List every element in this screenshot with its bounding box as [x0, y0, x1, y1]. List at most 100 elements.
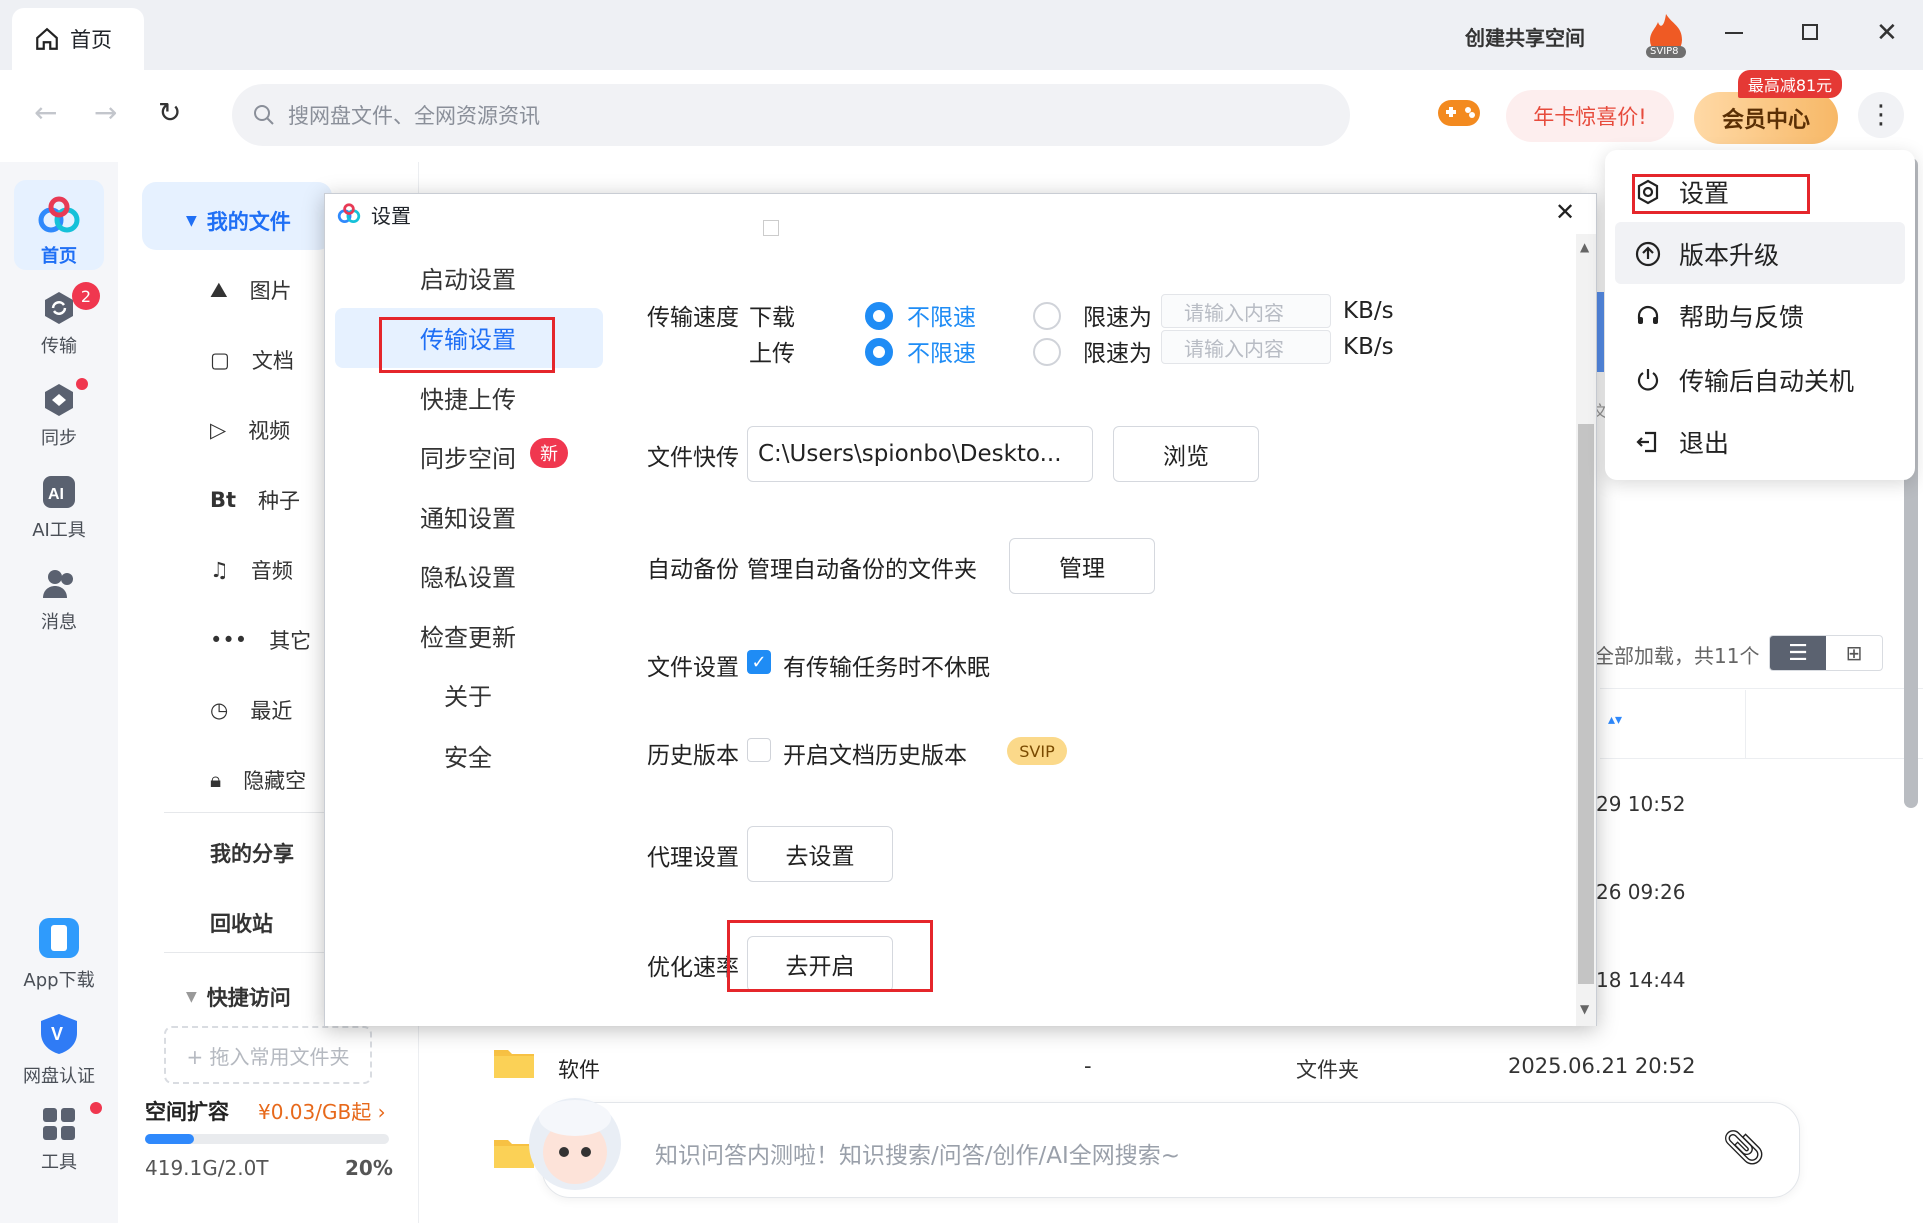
- sidebar-item-images[interactable]: ⛰ 图片: [210, 275, 292, 305]
- download-limit-input[interactable]: 请输入内容: [1161, 294, 1331, 328]
- nav-security[interactable]: 安全: [444, 738, 492, 773]
- proxy-settings-button[interactable]: 去设置: [747, 826, 893, 882]
- menu-item-help[interactable]: 帮助与反馈: [1635, 298, 1804, 334]
- download-unit: KB/s: [1343, 298, 1394, 324]
- menu-item-auto-shutdown[interactable]: 传输后自动关机: [1635, 362, 1854, 398]
- quick-access-header[interactable]: ▼ 快捷访问: [186, 982, 291, 1012]
- sort-arrows-icon[interactable]: ▴▾: [1608, 712, 1622, 728]
- nav-quick-upload[interactable]: 快捷上传: [420, 380, 516, 415]
- recycle-bin-item[interactable]: 回收站: [210, 908, 273, 938]
- grid-view-icon[interactable]: ⊞: [1826, 636, 1882, 670]
- rail-app-download[interactable]: App下载: [0, 916, 118, 992]
- menu-item-upgrade[interactable]: 版本升级: [1635, 236, 1779, 272]
- rail-transfer[interactable]: 传输: [0, 290, 118, 358]
- banner-edge: [1596, 292, 1604, 372]
- vip-discount-tag: 最高减81元: [1738, 70, 1842, 98]
- create-space-link[interactable]: 创建共享空间: [1465, 22, 1585, 51]
- upload-limit-input[interactable]: 请输入内容: [1161, 330, 1331, 364]
- avatar[interactable]: SVIP8: [1640, 10, 1692, 58]
- scroll-down-icon[interactable]: ▼: [1580, 1002, 1589, 1016]
- search-bar[interactable]: 搜网盘文件、全网资源资讯: [232, 84, 1350, 146]
- nav-privacy[interactable]: 隐私设置: [420, 558, 516, 593]
- view-toggle: ☰ ⊞: [1769, 635, 1883, 671]
- nav-startup[interactable]: 启动设置: [420, 260, 516, 295]
- sidebar-item-hidden[interactable]: 🔒︎ 隐藏空: [210, 765, 306, 795]
- sidebar-item-video[interactable]: ▷ 视频: [210, 415, 290, 445]
- menu-item-exit[interactable]: 退出: [1635, 424, 1729, 460]
- sidebar-item-label: 隐藏空: [243, 769, 307, 793]
- upload-unlimited-radio[interactable]: [865, 338, 893, 366]
- search-input[interactable]: 搜网盘文件、全网资源资讯: [288, 100, 540, 130]
- download-unlimited-label: 不限速: [907, 305, 976, 331]
- download-limit-radio[interactable]: [1033, 302, 1061, 330]
- forward-arrow-icon[interactable]: →: [94, 96, 117, 129]
- power-icon: [1637, 369, 1659, 391]
- upload-unlimited-label: 不限速: [907, 341, 976, 367]
- clock-icon: ◷: [210, 698, 229, 722]
- nav-check-update[interactable]: 检查更新: [420, 618, 516, 653]
- my-share-item[interactable]: 我的分享: [210, 838, 294, 868]
- sidebar-item-torrent[interactable]: Bt 种子: [210, 485, 300, 515]
- refresh-icon[interactable]: ↻: [158, 96, 181, 129]
- rail-ai-label: AI工具: [32, 520, 86, 541]
- browse-button[interactable]: 浏览: [1113, 426, 1259, 482]
- scroll-up-icon[interactable]: ▲: [1580, 240, 1589, 254]
- my-files-item[interactable]: ▼ 我的文件: [186, 206, 291, 236]
- play-icon: ▷: [210, 418, 227, 442]
- sidebar-item-audio[interactable]: ♫ 音频: [210, 555, 293, 585]
- sidebar-item-other[interactable]: ••• 其它: [210, 625, 311, 655]
- tab-home[interactable]: 首页: [12, 8, 144, 70]
- upload-limit-radio[interactable]: [1033, 338, 1061, 366]
- promo-button[interactable]: 年卡惊喜价!: [1506, 90, 1674, 142]
- folder-icon: [492, 1044, 536, 1080]
- more-menu-button[interactable]: ⋮: [1858, 92, 1904, 138]
- file-settings-label: 文件设置: [647, 655, 739, 681]
- nav-about[interactable]: 关于: [444, 677, 492, 712]
- download-unlimited-radio[interactable]: [865, 302, 893, 330]
- sidebar-item-label: 图片: [249, 279, 292, 303]
- rail-messages[interactable]: 消息: [0, 566, 118, 634]
- space-progress-track: [145, 1134, 389, 1144]
- no-sleep-checkbox[interactable]: ✓: [747, 650, 771, 674]
- proxy-label: 代理设置: [647, 845, 739, 871]
- history-checkbox[interactable]: [747, 738, 771, 762]
- sidebar-item-recent[interactable]: ◷ 最近: [210, 695, 292, 725]
- quick-transfer-path[interactable]: C:\Users\spionbo\Deskto...: [747, 426, 1093, 482]
- bt-icon: Bt: [210, 488, 237, 512]
- minimize-button[interactable]: [1725, 32, 1743, 34]
- auto-backup-label: 自动备份: [647, 557, 739, 583]
- space-price-link[interactable]: ¥0.03/GB起 ›: [258, 1096, 386, 1125]
- list-view-icon[interactable]: ☰: [1770, 636, 1826, 670]
- row-date: 29 10:52: [1596, 792, 1686, 816]
- file-row-size: -: [1084, 1054, 1092, 1078]
- maximize-button[interactable]: [1802, 24, 1818, 40]
- game-icon[interactable]: [1436, 94, 1482, 130]
- rail-verify[interactable]: V 网盘认证: [0, 1012, 118, 1088]
- my-files-label: 我的文件: [206, 210, 291, 234]
- rail-ai[interactable]: AI AI工具: [0, 474, 118, 542]
- dialog-scrollbar-thumb[interactable]: [1578, 424, 1594, 984]
- manage-button[interactable]: 管理: [1009, 538, 1155, 594]
- attachment-icon[interactable]: 📎︎: [1722, 1128, 1765, 1168]
- sync-dot-badge: [76, 378, 88, 390]
- verify-shield-icon: V: [41, 1014, 77, 1054]
- rail-sync[interactable]: 同步: [0, 382, 118, 450]
- sidebar-item-label: 视频: [248, 419, 291, 443]
- dialog-scrollbar[interactable]: ▲ ▼: [1576, 234, 1596, 1026]
- nav-sync-space[interactable]: 同步空间: [420, 439, 516, 474]
- download-limit-label: 限速为: [1083, 305, 1152, 331]
- search-icon: [254, 105, 274, 125]
- dialog-close-button[interactable]: ✕: [1555, 198, 1575, 226]
- vip-center-button[interactable]: 会员中心: [1694, 92, 1838, 144]
- space-used-text: 419.1G/2.0T: [145, 1156, 269, 1180]
- drag-folder-dropzone[interactable]: + 拖入常用文件夹: [164, 1026, 372, 1084]
- sidebar-item-docs[interactable]: ▢ 文档: [210, 345, 294, 375]
- close-window-button[interactable]: ✕: [1876, 18, 1898, 48]
- rail-home[interactable]: 首页: [0, 196, 118, 268]
- ai-input-placeholder[interactable]: 知识问答内测啦！知识搜索/问答/创作/AI全网搜索~: [655, 1136, 1180, 1170]
- nav-notify[interactable]: 通知设置: [420, 499, 516, 534]
- sidebar-item-label: 文档: [251, 349, 294, 373]
- back-arrow-icon[interactable]: ←: [34, 96, 57, 129]
- rail-tools[interactable]: 工具: [0, 1106, 118, 1174]
- file-row-name[interactable]: 软件: [558, 1054, 600, 1084]
